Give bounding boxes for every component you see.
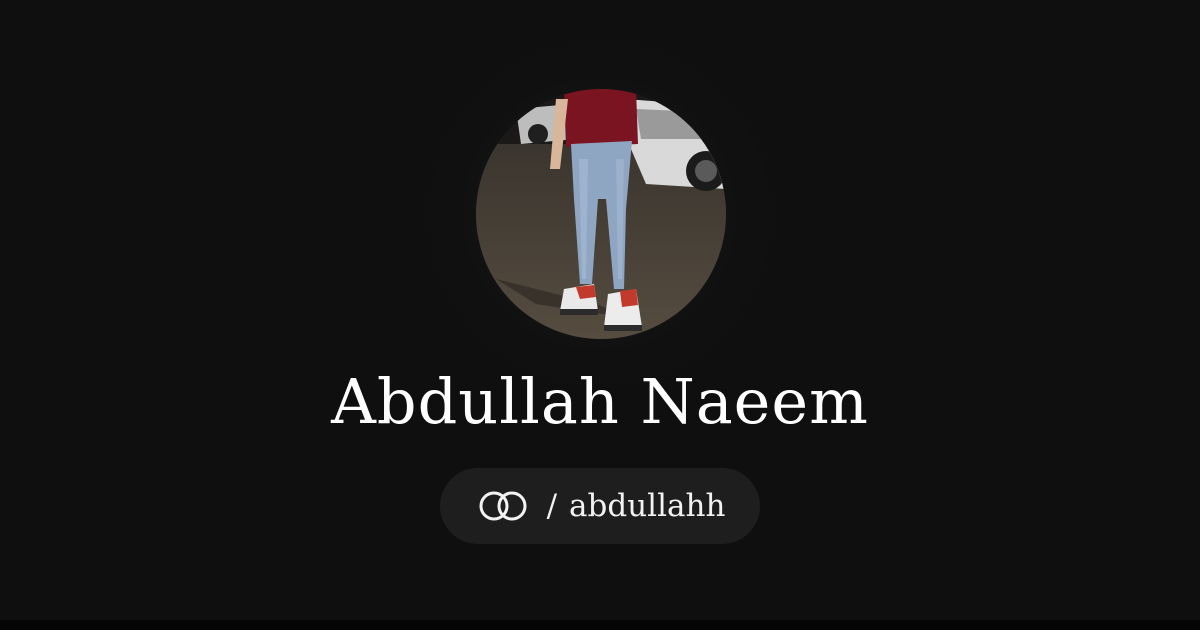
profile-card: Abdullah Naeem / abdullahh [0, 0, 1200, 620]
avatar [476, 89, 726, 339]
handle-separator: / [546, 488, 558, 524]
bottom-bar [0, 620, 1200, 630]
handle-text: abdullahh [569, 488, 726, 524]
profile-name: Abdullah Naeem [331, 365, 869, 438]
handle-pill[interactable]: / abdullahh [440, 468, 760, 544]
linked-rings-icon [475, 489, 531, 523]
